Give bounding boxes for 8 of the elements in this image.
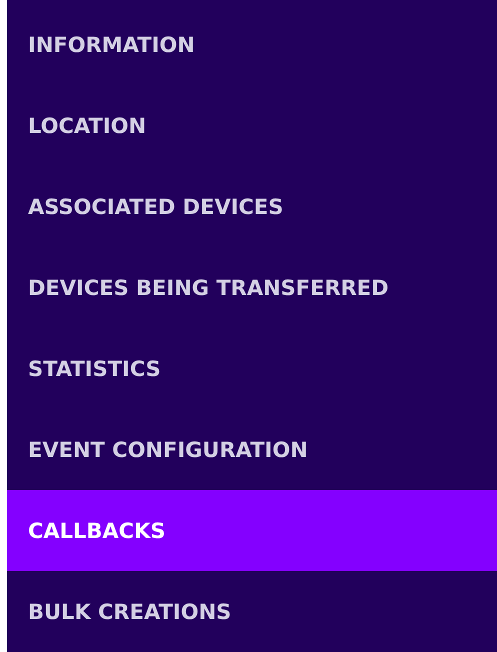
menu-item[interactable]: INFORMATION xyxy=(7,4,497,85)
menu-item[interactable]: DEVICES BEING TRANSFERRED xyxy=(7,247,497,328)
menu-item[interactable]: CALLBACKS xyxy=(7,490,497,571)
menu-item[interactable]: ASSOCIATED DEVICES xyxy=(7,166,497,247)
menu-item[interactable]: EVENT CONFIGURATION xyxy=(7,409,497,490)
menu-item[interactable]: BULK CREATIONS xyxy=(7,571,497,652)
menu-item[interactable]: STATISTICS xyxy=(7,328,497,409)
menu-item[interactable]: LOCATION xyxy=(7,85,497,166)
